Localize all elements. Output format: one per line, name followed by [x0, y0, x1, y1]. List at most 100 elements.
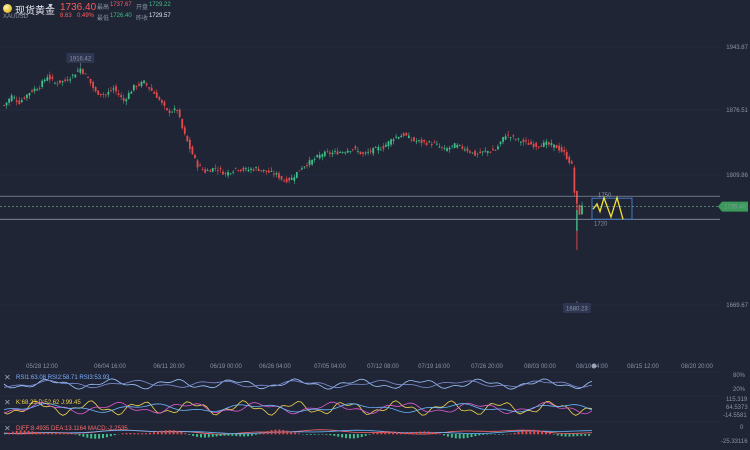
price-tag-text: 1735.40 — [724, 205, 746, 211]
candle-body — [545, 141, 548, 145]
candle-body — [112, 88, 115, 90]
x-tick-label: 07/19 16:00 — [418, 364, 450, 370]
candle-body — [374, 147, 377, 148]
candle — [542, 139, 545, 148]
macd-bar — [137, 433, 140, 435]
candle — [92, 80, 95, 92]
candle-body — [186, 135, 189, 142]
candle — [61, 80, 64, 86]
candle — [484, 147, 487, 153]
max-flag-text: 1916.42 — [70, 57, 92, 63]
candle — [334, 148, 336, 155]
macd-bar — [250, 434, 253, 436]
macd-bar — [219, 434, 222, 436]
candle-body — [71, 74, 74, 76]
macd-bar — [203, 434, 206, 438]
candle-body — [537, 146, 540, 148]
macd-bar — [313, 434, 316, 435]
candle — [525, 137, 527, 145]
candle — [456, 143, 459, 149]
candle — [540, 143, 543, 147]
candle-body — [102, 94, 105, 95]
macd-bar — [525, 430, 528, 435]
candle — [79, 67, 82, 75]
macd-bar — [501, 434, 504, 435]
macd-bar — [352, 434, 355, 439]
macd-bar — [254, 434, 257, 435]
macd-bar — [258, 433, 261, 435]
candle-body — [227, 172, 229, 176]
close-rsi-icon[interactable]: ✕ — [4, 373, 11, 382]
candle — [211, 167, 214, 173]
candle — [273, 170, 275, 178]
macd-bar — [305, 434, 308, 435]
x-tick-label: 06/26 04:00 — [259, 364, 291, 370]
candle — [127, 90, 130, 100]
candle-body — [481, 151, 484, 153]
candle-body — [242, 167, 245, 171]
candle — [120, 92, 123, 100]
candle — [537, 146, 540, 149]
candle-body — [377, 147, 380, 151]
candle-body — [204, 169, 207, 173]
candle — [237, 169, 240, 173]
candle-body — [107, 91, 110, 95]
candle — [374, 146, 377, 149]
candle — [303, 166, 306, 169]
candle — [94, 86, 97, 93]
close-kdj-icon[interactable]: ✕ — [4, 398, 11, 407]
x-tick-label: 07/12 08:00 — [367, 364, 399, 370]
candle — [194, 153, 196, 159]
macd-bar — [333, 434, 336, 436]
candlestick-chart[interactable]: 1750 1720 1916.42 1680.23 1943.87 1876.51 180… — [0, 0, 750, 450]
candle-body — [423, 139, 426, 142]
candle-body — [303, 166, 306, 168]
candle-body — [23, 97, 26, 99]
candle-body — [329, 152, 331, 154]
candle — [242, 166, 245, 173]
candle-body — [306, 165, 308, 167]
candle-body — [206, 170, 209, 171]
candle — [33, 85, 36, 94]
candle-body — [446, 148, 448, 152]
candle — [548, 141, 550, 147]
candle — [407, 132, 410, 139]
candle-body — [18, 100, 21, 105]
candle-body — [295, 172, 298, 178]
macd-bar — [207, 434, 210, 438]
candle-body — [555, 144, 558, 149]
candle — [153, 90, 156, 94]
candle-body — [43, 79, 46, 82]
candle-body — [214, 167, 217, 169]
candle-body — [548, 142, 550, 145]
candle-body — [484, 150, 487, 152]
candle-body — [92, 81, 95, 88]
candle-body — [232, 171, 235, 173]
candle-body — [87, 77, 89, 78]
candle-body — [150, 87, 153, 91]
macd-scale-bottom: -25.33116 — [721, 439, 748, 445]
candle-body — [229, 173, 232, 175]
macd-bar — [576, 434, 579, 437]
macd-bar — [533, 429, 536, 435]
candle-body — [79, 68, 82, 73]
candle-body — [168, 110, 171, 113]
macd-bar — [188, 434, 191, 435]
candle — [570, 160, 573, 164]
y-tick-label: 1943.87 — [726, 45, 748, 51]
candle — [183, 125, 186, 136]
macd-bar — [431, 431, 434, 435]
candle — [494, 149, 497, 152]
candle — [285, 176, 288, 184]
close-macd-icon[interactable]: ✕ — [4, 424, 11, 433]
candle — [46, 74, 49, 82]
candle-body — [410, 139, 413, 141]
candle — [341, 151, 344, 154]
candle-body — [474, 150, 476, 156]
candle-body — [130, 91, 133, 94]
candle — [280, 175, 283, 182]
candle — [59, 80, 61, 85]
candle — [288, 177, 291, 184]
macd-bar — [211, 434, 214, 437]
candle — [301, 165, 303, 170]
